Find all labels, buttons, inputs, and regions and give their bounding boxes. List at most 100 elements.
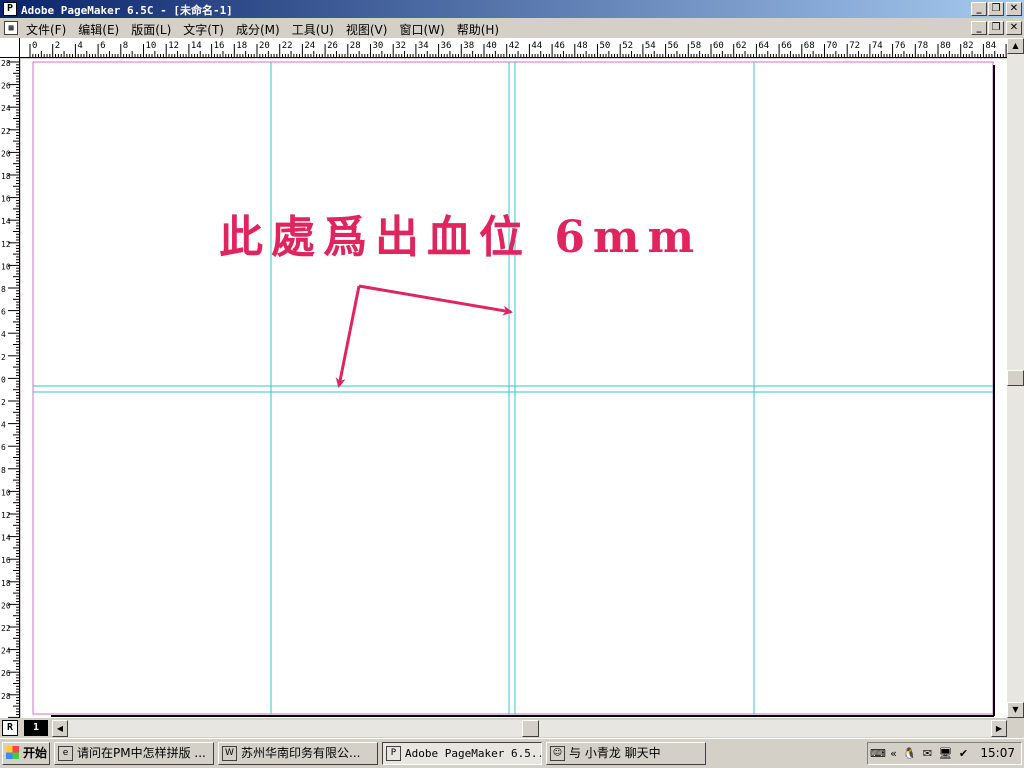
- doc-minimize-button[interactable]: _: [971, 21, 987, 35]
- ruler-label: 10: [146, 41, 157, 51]
- taskbar-item-pagemaker[interactable]: P Adobe PageMaker 6.5...: [382, 742, 542, 765]
- vertical-ruler[interactable]: 28 26 24 22 20 18 16 14 12 10 8 6 4 2 0 2 4 6 8 10 12 14 16 18 2…: [0, 58, 20, 718]
- menu-item-4[interactable]: 成分(M): [236, 21, 280, 38]
- menu-item-3[interactable]: 文字(T): [183, 21, 224, 38]
- menu-item-7[interactable]: 窗口(W): [399, 21, 444, 38]
- ruler-label: 16: [1, 195, 11, 204]
- ruler-label: 2: [1, 353, 6, 362]
- ruler-label: 4: [1, 421, 6, 430]
- ruler-label: 28: [1, 692, 11, 701]
- ruler-label: 12: [1, 511, 11, 520]
- ruler-label: 64: [758, 41, 769, 51]
- page-1-icon[interactable]: 1: [24, 720, 48, 736]
- document-window-controls: _ ❐ ✕: [970, 21, 1022, 35]
- qq-icon[interactable]: 🐧: [902, 746, 917, 761]
- ie-icon: e: [58, 746, 73, 761]
- ruler-origin[interactable]: [0, 38, 20, 58]
- ruler-label: 2: [1, 398, 6, 407]
- ruler-label: 40: [486, 41, 497, 51]
- ruler-label: 44: [531, 41, 542, 51]
- ruler-label: 26: [1, 669, 11, 678]
- scroll-down-arrow-icon[interactable]: ▼: [1007, 702, 1024, 718]
- ruler-label: 0: [1, 375, 6, 384]
- taskbar-item-label: 请问在PM中怎样拼版 ...: [77, 746, 206, 760]
- ruler-label: 4: [77, 41, 82, 51]
- menu-list: 文件(F) 编辑(E) 版面(L) 文字(T) 成分(M) 工具(U) 视图(V) 窗口(W)…: [26, 21, 511, 38]
- vertical-scrollbar[interactable]: ▲ ▼: [1007, 38, 1024, 718]
- expand-tray-icon[interactable]: «: [886, 746, 901, 761]
- menu-item-2[interactable]: 版面(L): [131, 21, 171, 38]
- ruler-label: 2: [55, 41, 60, 51]
- bleed-annotation-text[interactable]: 此處爲出血位 6mm: [219, 212, 702, 263]
- menu-item-5[interactable]: 工具(U): [292, 21, 334, 38]
- taskbar-item-label: 与 小青龙 聊天中: [569, 746, 661, 760]
- taskbar-item-browser[interactable]: e 请问在PM中怎样拼版 ...: [54, 742, 214, 765]
- scroll-left-arrow-icon[interactable]: ◀: [52, 720, 68, 737]
- ruler-label: 6: [100, 41, 105, 51]
- system-tray: ⌨ « 🐧 ✉ 🖥 ✔ 15:07: [867, 742, 1022, 765]
- horizontal-scrollbar[interactable]: ◀ ▶: [52, 720, 1007, 737]
- horizontal-scroll-thumb[interactable]: [522, 720, 539, 737]
- close-button[interactable]: ✕: [1006, 2, 1022, 16]
- ruler-label: 48: [577, 41, 588, 51]
- ruler-label: 68: [804, 41, 815, 51]
- mail-icon[interactable]: ✉: [920, 746, 935, 761]
- document-icon[interactable]: ▦: [4, 21, 18, 35]
- chat-icon: ☺: [550, 746, 565, 761]
- window-controls: _ ❐ ✕: [970, 2, 1022, 16]
- security-icon[interactable]: ✔: [956, 746, 971, 761]
- master-page-icon[interactable]: R: [2, 720, 18, 736]
- ruler-label: 46: [554, 41, 565, 51]
- pagemaker-app-icon[interactable]: P: [3, 2, 17, 16]
- ruler-label: 62: [736, 41, 747, 51]
- ruler-label: 56: [668, 41, 679, 51]
- ruler-label: 6: [1, 308, 6, 317]
- ruler-label: 20: [1, 601, 11, 610]
- minimize-button[interactable]: _: [971, 2, 987, 16]
- page-canvas[interactable]: 此處爲出血位 6mm: [21, 59, 1007, 718]
- clock[interactable]: 15:07: [980, 746, 1015, 760]
- keyboard-icon[interactable]: ⌨: [870, 746, 886, 761]
- scroll-up-arrow-icon[interactable]: ▲: [1007, 38, 1024, 54]
- scroll-right-arrow-icon[interactable]: ▶: [991, 720, 1007, 737]
- start-button[interactable]: 开始: [2, 742, 50, 765]
- ruler-label: 36: [441, 41, 452, 51]
- ruler-label: 20: [259, 41, 270, 51]
- title-bar[interactable]: P Adobe PageMaker 6.5C - [未命名-1] _ ❐ ✕: [0, 0, 1024, 18]
- ruler-label: 26: [1, 82, 11, 91]
- menu-item-6[interactable]: 视图(V): [346, 21, 388, 38]
- ruler-label: 12: [1, 240, 11, 249]
- word-icon: W: [222, 746, 237, 761]
- pagemaker-icon: P: [386, 746, 401, 761]
- annotation-arrow-left[interactable]: [335, 285, 361, 388]
- ruler-label: 14: [191, 41, 202, 51]
- ruler-label: 54: [645, 41, 656, 51]
- ruler-label: 0: [32, 41, 37, 51]
- doc-close-button[interactable]: ✕: [1006, 21, 1022, 35]
- ruler-label: 60: [713, 41, 724, 51]
- taskbar-item-word[interactable]: W 苏州华南印务有限公...: [218, 742, 378, 765]
- ruler-label: 76: [895, 41, 906, 51]
- horizontal-ruler[interactable]: 0 2 4 6 8 10 12 14 16 18 20 22 24 26 28 30 32 34 36 38 40 42 4…: [20, 38, 1012, 58]
- menu-item-8[interactable]: 帮助(H): [457, 21, 499, 38]
- ruler-label: 34: [418, 41, 429, 51]
- ruler-label: 8: [1, 285, 6, 294]
- ruler-label: 12: [168, 41, 179, 51]
- ruler-label: 14: [1, 534, 11, 543]
- menu-item-1[interactable]: 编辑(E): [78, 21, 119, 38]
- ruler-label: 32: [395, 41, 406, 51]
- network-icon[interactable]: 🖥: [938, 746, 953, 761]
- menu-bar: ▦ 文件(F) 编辑(E) 版面(L) 文字(T) 成分(M) 工具(U) 视图(V) 窗口(…: [0, 18, 1024, 38]
- ruler-label: 42: [509, 41, 520, 51]
- restore-button[interactable]: ❐: [988, 2, 1004, 16]
- ruler-label: 74: [872, 41, 883, 51]
- ruler-label: 58: [690, 41, 701, 51]
- ruler-label: 16: [1, 556, 11, 565]
- vertical-scroll-thumb[interactable]: [1007, 370, 1024, 386]
- start-label: 开始: [23, 746, 48, 760]
- doc-restore-button[interactable]: ❐: [988, 21, 1004, 35]
- annotation-arrow-right[interactable]: [358, 284, 513, 316]
- ruler-label: 8: [1, 466, 6, 475]
- taskbar-item-chat[interactable]: ☺ 与 小青龙 聊天中: [546, 742, 706, 765]
- menu-item-0[interactable]: 文件(F): [26, 21, 66, 38]
